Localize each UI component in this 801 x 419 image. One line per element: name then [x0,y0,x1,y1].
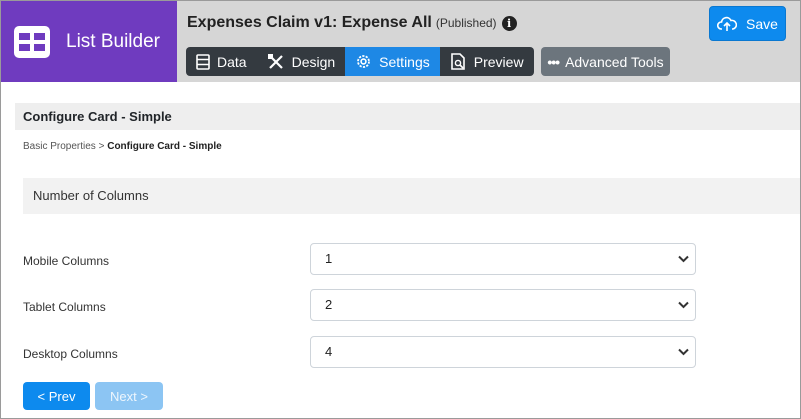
list-builder-logo-icon [14,25,50,58]
page-title: Expenses Claim v1: Expense All (Publishe… [187,14,517,32]
desktop-columns-select[interactable]: 4 [310,336,696,368]
gear-icon [357,55,371,68]
design-tools-icon [267,53,283,69]
desktop-columns-value: 4 [325,344,333,359]
brand-title: List Builder [66,30,160,52]
tablet-columns-value: 2 [325,297,333,312]
advanced-tools-button[interactable]: ••• Advanced Tools [541,47,670,76]
save-button[interactable]: Save [709,6,786,41]
tab-preview[interactable]: Preview [440,47,534,76]
more-dots-icon: ••• [547,53,560,70]
mobile-columns-select[interactable]: 1 [310,243,696,275]
chevron-down-icon [678,255,689,263]
tab-bar: Data Design Settings Preview [186,47,534,76]
tab-data-label: Data [217,53,247,70]
publish-status: (Published) [435,16,497,30]
desktop-columns-label: Desktop Columns [23,347,118,361]
section-title: Configure Card - Simple [15,103,800,130]
breadcrumb-parent[interactable]: Basic Properties [23,141,96,152]
cloud-upload-icon [717,16,738,31]
next-button[interactable]: Next > [95,382,163,410]
tab-settings-label: Settings [379,53,430,70]
chevron-down-icon [678,301,689,309]
mobile-columns-label: Mobile Columns [23,254,110,268]
prev-button[interactable]: < Prev [23,382,90,410]
table-icon [196,53,210,70]
chevron-down-icon [678,348,689,356]
tab-design[interactable]: Design [257,47,346,76]
panel-header: Number of Columns [23,178,800,214]
info-icon[interactable]: i [501,15,517,31]
breadcrumb: Basic Properties > Configure Card - Simp… [23,141,222,152]
breadcrumb-current: Configure Card - Simple [107,141,222,152]
app-title-text: Expenses Claim v1: Expense All [187,14,432,31]
tab-preview-label: Preview [473,53,524,70]
tab-settings[interactable]: Settings [345,47,440,76]
save-label: Save [746,15,778,32]
tablet-columns-label: Tablet Columns [23,300,106,314]
tab-design-label: Design [291,53,336,70]
advanced-tools-label: Advanced Tools [565,53,664,70]
tab-data[interactable]: Data [186,47,257,76]
top-bar: Expenses Claim v1: Expense All (Publishe… [177,1,800,82]
brand-block: List Builder [1,1,177,82]
document-search-icon [450,52,465,70]
mobile-columns-value: 1 [325,251,333,266]
breadcrumb-separator: > [98,141,105,152]
tablet-columns-select[interactable]: 2 [310,289,696,321]
